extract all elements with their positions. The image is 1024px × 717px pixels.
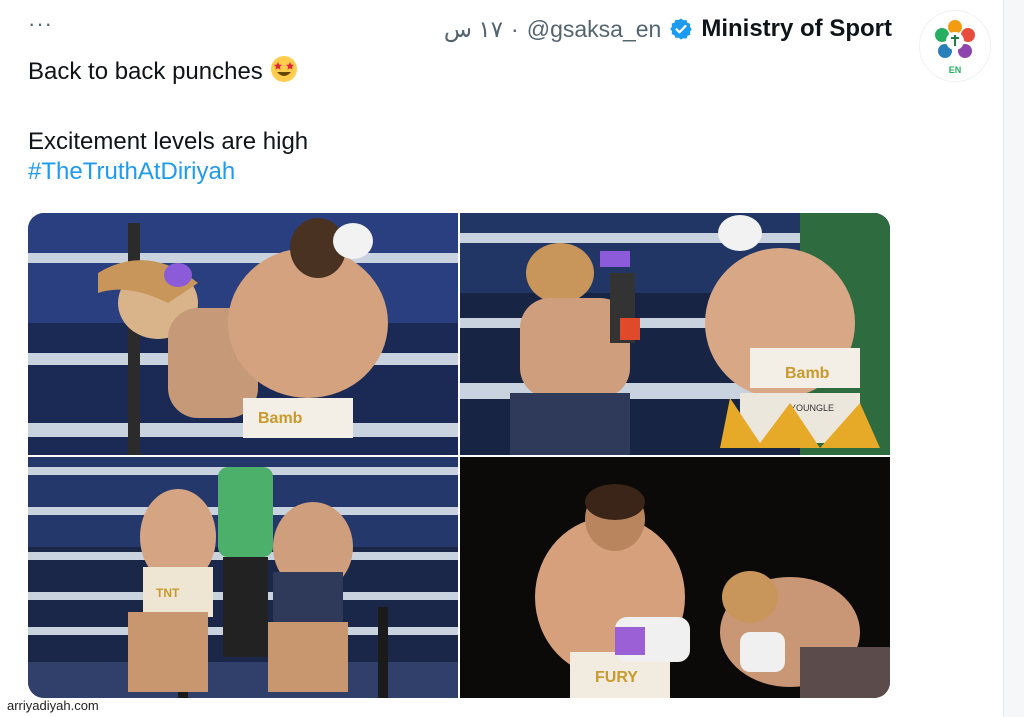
verified-badge-icon bbox=[669, 17, 693, 41]
watermark-text: arriyadiyah.com bbox=[4, 698, 102, 713]
author-name[interactable]: Ministry of Sport bbox=[701, 15, 892, 43]
tweet-body: Back to back punches Excitement levels a… bbox=[28, 54, 728, 187]
avatar-badge-text: EN bbox=[949, 65, 962, 75]
tweet-header: ١٧ س · @gsaksa_en Ministry of Sport bbox=[444, 14, 892, 44]
media-grid: Bamb Bamb YOUNGLE TNT FURY bbox=[28, 213, 890, 698]
hashtag-link[interactable]: #TheTruthAtDiriyah bbox=[28, 157, 728, 187]
photo-4[interactable]: FURY bbox=[460, 457, 890, 698]
right-scroll-gutter bbox=[1003, 0, 1024, 717]
author-handle[interactable]: @gsaksa_en bbox=[527, 16, 662, 43]
separator-dot: · bbox=[511, 15, 519, 42]
tweet-line-1: Back to back punches bbox=[28, 54, 728, 87]
line-spacer bbox=[28, 87, 728, 127]
tweet-line-1-text: Back to back punches bbox=[28, 58, 263, 85]
photo-2[interactable]: Bamb YOUNGLE bbox=[460, 213, 890, 455]
shorts-text-4: TNT bbox=[156, 586, 180, 600]
tweet-timestamp[interactable]: ١٧ س bbox=[444, 16, 503, 43]
more-options-icon[interactable]: ··· bbox=[28, 13, 53, 35]
shorts-text-1: Bamb bbox=[258, 410, 303, 427]
photo-3[interactable]: TNT bbox=[28, 457, 458, 698]
shorts-text-3: YOUNGLE bbox=[790, 403, 834, 413]
star-struck-emoji-icon bbox=[269, 54, 299, 84]
tweet-line-2: Excitement levels are high bbox=[28, 128, 309, 155]
shorts-text-2: Bamb bbox=[785, 365, 830, 382]
author-avatar[interactable]: EN bbox=[919, 10, 991, 82]
photo-1[interactable]: Bamb bbox=[28, 213, 458, 455]
shorts-text-5: FURY bbox=[595, 669, 638, 686]
